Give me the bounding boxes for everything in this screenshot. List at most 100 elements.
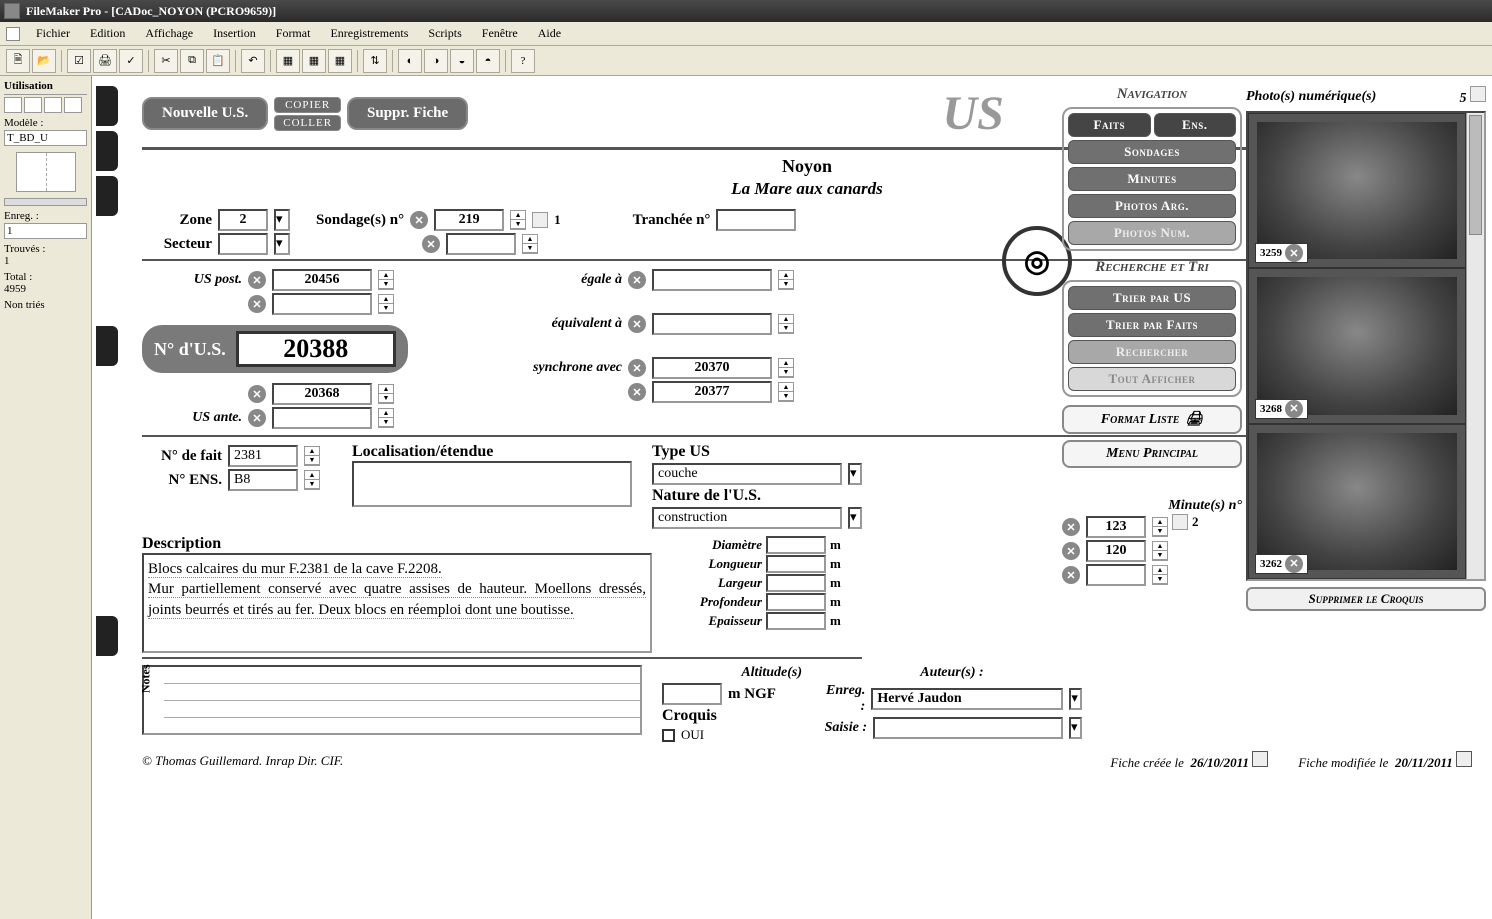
fait-spinner[interactable]: ▲▼ — [304, 446, 320, 466]
usante-spinner2[interactable]: ▲▼ — [378, 408, 394, 428]
nav-minutes-button[interactable]: Minutes — [1068, 167, 1236, 191]
enreg-field[interactable] — [4, 223, 87, 239]
nouvelle-us-button[interactable]: Nouvelle U.S. — [142, 97, 268, 130]
calendar-icon[interactable] — [1252, 751, 1268, 767]
tb-open-icon[interactable]: 📂 — [32, 49, 56, 73]
typeus-field[interactable] — [652, 463, 842, 485]
secteur-dropdown[interactable]: ▾ — [274, 233, 290, 255]
tb-help-icon[interactable]: ? — [511, 49, 535, 73]
calendar-icon-2[interactable] — [1456, 751, 1472, 767]
menu-principal-button[interactable]: Menu Principal — [1062, 440, 1242, 468]
uspost-clear2-icon[interactable]: ✕ — [248, 295, 266, 313]
us-number-field[interactable]: 20388 — [236, 331, 396, 367]
photos-copy-icon[interactable] — [1470, 86, 1486, 102]
sondage-copy-icon[interactable] — [532, 212, 548, 228]
nav-sondages-button[interactable]: Sondages — [1068, 140, 1236, 164]
egale-clear-icon[interactable]: ✕ — [628, 271, 646, 289]
notes-field[interactable]: Notes — [142, 665, 642, 735]
layout-tab-1[interactable] — [96, 86, 118, 126]
minute2-clear-icon[interactable]: ✕ — [1062, 542, 1080, 560]
photo2-clear-icon[interactable]: ✕ — [1285, 400, 1303, 418]
sync-clear2-icon[interactable]: ✕ — [628, 383, 646, 401]
mode-layout-icon[interactable] — [44, 97, 62, 113]
croquis-checkbox[interactable] — [662, 729, 675, 742]
layout-tab-4[interactable] — [96, 326, 118, 366]
format-liste-button[interactable]: Format Liste 🖨 — [1062, 405, 1242, 434]
altitude-field[interactable] — [662, 683, 722, 705]
loc-field[interactable] — [352, 461, 632, 507]
equiv-clear-icon[interactable]: ✕ — [628, 315, 646, 333]
prof-field[interactable] — [766, 593, 826, 611]
menu-format[interactable]: Format — [266, 24, 321, 43]
minute1-clear-icon[interactable]: ✕ — [1062, 518, 1080, 536]
egale-field[interactable] — [652, 269, 772, 291]
auteur-enreg-dropdown[interactable]: ▾ — [1069, 688, 1082, 710]
minutes-copy-icon[interactable] — [1172, 514, 1188, 530]
menu-edition[interactable]: Edition — [80, 24, 135, 43]
menu-insertion[interactable]: Insertion — [203, 24, 266, 43]
usante-spinner[interactable]: ▲▼ — [378, 384, 394, 404]
uspost-field[interactable] — [272, 269, 372, 291]
diam-field[interactable] — [766, 536, 826, 554]
tb-copy-icon[interactable]: ⧉ — [180, 49, 204, 73]
photo-thumb-1[interactable]: 3259✕ — [1248, 113, 1466, 268]
typeus-dropdown[interactable]: ▾ — [848, 463, 862, 485]
tb-sort-icon[interactable]: ⇅ — [363, 49, 387, 73]
sync-field1[interactable] — [652, 357, 772, 379]
tb-cut-icon[interactable]: ✂ — [154, 49, 178, 73]
usante-field[interactable] — [272, 383, 372, 405]
auteur-saisie-field[interactable] — [873, 717, 1063, 739]
tb-find2-icon[interactable]: ◑ — [424, 49, 448, 73]
tb-rec1-icon[interactable]: ▦ — [276, 49, 300, 73]
layout-tab-5[interactable] — [96, 616, 118, 656]
tb-rec3-icon[interactable]: ▦ — [328, 49, 352, 73]
mode-browse-icon[interactable] — [4, 97, 22, 113]
nav-faits-button[interactable]: Faits — [1068, 113, 1151, 137]
tb-check-icon[interactable]: ☑ — [67, 49, 91, 73]
uspost-field2[interactable] — [272, 293, 372, 315]
sync-spinner1[interactable]: ▲▼ — [778, 358, 794, 378]
sync-clear-icon[interactable]: ✕ — [628, 359, 646, 377]
layout-tab-3[interactable] — [96, 176, 118, 216]
sondage-spinner2[interactable]: ▲▼ — [522, 234, 538, 254]
auteur-enreg-field[interactable] — [871, 688, 1063, 710]
coller-button[interactable]: COLLER — [274, 115, 341, 131]
tb-find1-icon[interactable]: ◐ — [398, 49, 422, 73]
usante-field2[interactable] — [272, 407, 372, 429]
long-field[interactable] — [766, 555, 826, 573]
fait-field[interactable] — [228, 445, 298, 467]
ens-field[interactable] — [228, 469, 298, 491]
ens-spinner[interactable]: ▲▼ — [304, 470, 320, 490]
nav-tout-afficher-button[interactable]: Tout Afficher — [1068, 367, 1236, 391]
photo3-clear-icon[interactable]: ✕ — [1285, 555, 1303, 573]
epai-field[interactable] — [766, 612, 826, 630]
photo1-clear-icon[interactable]: ✕ — [1285, 244, 1303, 262]
nav-photos-num-button[interactable]: Photos Num. — [1068, 221, 1236, 245]
tranchee-field[interactable] — [716, 209, 796, 231]
sondage-field2[interactable] — [446, 233, 516, 255]
record-book-icon[interactable] — [16, 152, 76, 192]
nav-ens-button[interactable]: Ens. — [1154, 113, 1237, 137]
tb-rec2-icon[interactable]: ▦ — [302, 49, 326, 73]
sync-spinner2[interactable]: ▲▼ — [778, 382, 794, 402]
equiv-field[interactable] — [652, 313, 772, 335]
nav-photos-arg-button[interactable]: Photos Arg. — [1068, 194, 1236, 218]
menu-scripts[interactable]: Scripts — [418, 24, 471, 43]
photo-scrollbar[interactable] — [1466, 113, 1484, 579]
mode-preview-icon[interactable] — [64, 97, 82, 113]
zone-dropdown[interactable]: ▾ — [274, 209, 290, 231]
tb-new-icon[interactable]: 🗎 — [6, 49, 30, 73]
suppr-croquis-button[interactable]: Supprimer le Croquis — [1246, 587, 1486, 611]
egale-spinner[interactable]: ▲▼ — [778, 270, 794, 290]
menu-enreg[interactable]: Enregistrements — [320, 24, 418, 43]
sync-field2[interactable] — [652, 381, 772, 403]
nature-dropdown[interactable]: ▾ — [848, 507, 862, 529]
photo-thumb-2[interactable]: 3268✕ — [1248, 268, 1466, 423]
uspost-spinner2[interactable]: ▲▼ — [378, 294, 394, 314]
menu-aide[interactable]: Aide — [528, 24, 571, 43]
menu-fichier[interactable]: Fichier — [26, 24, 80, 43]
tb-find3-icon[interactable]: ◒ — [450, 49, 474, 73]
sondage-spinner[interactable]: ▲▼ — [510, 210, 526, 230]
sondage-clear-icon[interactable]: ✕ — [410, 211, 428, 229]
layout-tab-2[interactable] — [96, 131, 118, 171]
